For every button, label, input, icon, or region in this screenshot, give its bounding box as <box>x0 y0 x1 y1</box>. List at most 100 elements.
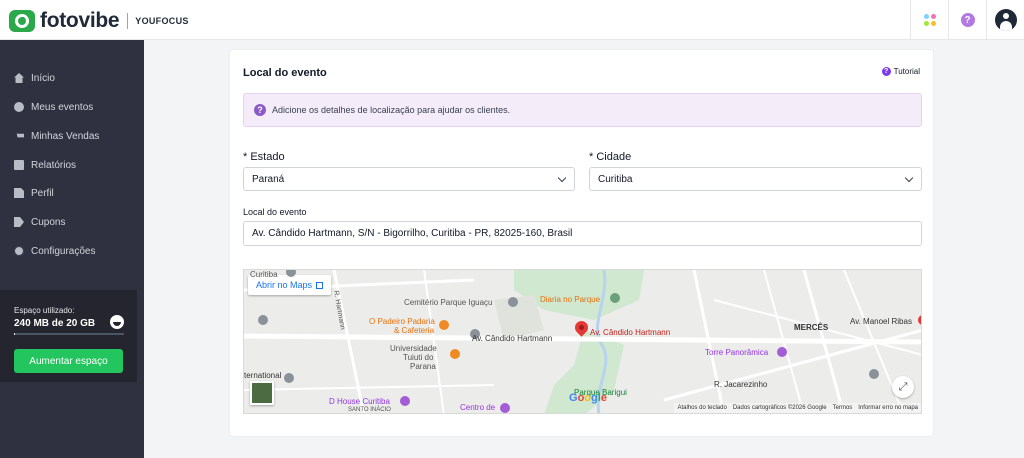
apps-dot <box>930 14 936 19</box>
card-title: Local do evento <box>243 67 327 79</box>
sidebar-item-perfil[interactable]: Perfil <box>0 182 144 204</box>
gray-place-icon <box>284 373 294 383</box>
sidebar-item-relatorios[interactable]: Relatórios <box>0 154 144 176</box>
sidebar-item-meus-eventos[interactable]: Meus eventos <box>0 96 144 118</box>
info-text: Adicione os detalhes de localização para… <box>272 105 511 115</box>
info-icon: ? <box>254 104 266 116</box>
storage-label: Espaço utilizado: <box>14 306 75 315</box>
apps-grid-icon <box>923 14 936 26</box>
google-logo: Google <box>569 392 607 404</box>
open-in-maps-label: Abrir no Maps <box>256 280 313 290</box>
events-icon <box>14 102 24 112</box>
apps-dot <box>923 14 929 19</box>
tag-icon <box>14 217 24 227</box>
apps-button[interactable] <box>910 0 948 40</box>
tutorial-label: Tutorial <box>893 67 920 76</box>
restaurant-icon <box>450 349 460 359</box>
map-label: D House Curitiba <box>329 397 390 406</box>
fullscreen-icon: ⤢ <box>898 380 908 393</box>
sidebar-item-minhas-vendas[interactable]: Minhas Vendas <box>0 125 144 147</box>
road <box>423 270 445 413</box>
keyboard-shortcuts-link[interactable]: Atalhos do teclado <box>677 405 726 411</box>
map-label: Av. Cândido Hartmann <box>472 334 553 343</box>
fotovibe-logo-icon <box>9 10 35 32</box>
apps-dot <box>930 21 936 26</box>
cart-icon <box>14 132 24 138</box>
local-value: Av. Cândido Hartmann, S/N - Bigorrilho, … <box>252 228 573 239</box>
storage-panel: Espaço utilizado: 240 MB de 20 GB Aument… <box>0 290 137 382</box>
sidebar-item-label: Meus eventos <box>31 101 94 113</box>
estado-value: Paraná <box>252 173 285 185</box>
home-icon <box>14 73 24 83</box>
cidade-select[interactable]: Curitiba <box>589 167 922 191</box>
gear-icon <box>14 246 24 256</box>
user-menu-button[interactable] <box>986 0 1024 40</box>
brand-name: fotovibe <box>40 9 120 32</box>
terms-link[interactable]: Termos <box>833 405 853 411</box>
map-attribution: Atalhos do teclado Dados cartográficos ©… <box>674 403 921 413</box>
local-input[interactable]: Av. Cândido Hartmann, S/N - Bigorrilho, … <box>243 221 922 246</box>
apps-dot <box>923 21 929 26</box>
cidade-value: Curitiba <box>598 173 633 185</box>
park-place-icon <box>610 293 620 303</box>
shop-place-icon <box>400 396 410 406</box>
map-label: & Cafeteria <box>394 326 435 335</box>
satellite-toggle-button[interactable] <box>250 381 274 405</box>
increase-storage-button[interactable]: Aumentar espaço <box>14 349 123 373</box>
red-place-icon <box>918 315 921 325</box>
sidebar-item-label: Relatórios <box>31 159 77 171</box>
event-location-card: Local do evento ? Tutorial ? Adicione os… <box>229 49 934 437</box>
sidebar-item-label: Perfil <box>31 187 54 199</box>
sidebar-item-label: Minhas Vendas <box>31 130 100 142</box>
help-button[interactable]: ? <box>948 0 986 40</box>
help-icon: ? <box>881 67 891 76</box>
event-place-icon <box>500 403 510 413</box>
map[interactable]: Abrir no Maps Curitiba Cemitério Parque … <box>243 269 922 414</box>
storage-progress-bar <box>14 333 124 335</box>
storage-progress-fill <box>14 333 16 335</box>
gray-place-icon <box>258 315 268 325</box>
map-label: O Padeiro Padaria <box>369 317 435 326</box>
user-avatar-icon <box>994 9 1017 31</box>
storage-pie-icon <box>110 315 124 329</box>
avenue-road <box>244 333 921 345</box>
fullscreen-button[interactable]: ⤢ <box>892 376 914 398</box>
map-label: Av. Manoel Ribas <box>850 317 912 326</box>
sidebar-item-configuracoes[interactable]: Configurações <box>0 240 144 262</box>
sidebar-item-inicio[interactable]: Início <box>0 67 144 89</box>
file-icon <box>14 188 24 198</box>
map-label: Tuiuti do <box>403 353 434 362</box>
tower-place-icon <box>777 347 787 357</box>
chart-icon <box>14 160 24 170</box>
map-label: Av. Cândido Hartmann <box>590 328 671 337</box>
map-label: SANTO INÁCIO <box>348 407 391 413</box>
logo[interactable]: fotovibe YOUFOCUS <box>9 9 189 33</box>
report-error-link[interactable]: Informar erro no mapa <box>858 405 918 411</box>
help-icon: ? <box>960 13 975 27</box>
sidebar-item-label: Configurações <box>31 245 96 257</box>
cafe-icon <box>439 320 449 330</box>
map-label: MERCÊS <box>794 323 829 332</box>
cidade-label: * Cidade <box>589 151 632 163</box>
map-label: Torre Panorâmica <box>705 348 769 357</box>
gray-place-icon <box>869 369 879 379</box>
map-label: R. Jacarezinho <box>714 380 768 389</box>
map-label: Diaria no Parque <box>540 295 601 304</box>
logo-divider <box>127 13 129 29</box>
map-label: Curitiba <box>250 270 278 279</box>
road <box>244 384 495 391</box>
external-link-icon <box>316 281 324 289</box>
map-label: Cemitério Parque Iguaçu <box>404 298 493 307</box>
sub-brand-name: YOUFOCUS <box>135 16 189 26</box>
map-label: Parana <box>410 362 436 371</box>
chevron-down-icon <box>904 173 914 183</box>
top-header: fotovibe YOUFOCUS ? <box>0 0 1024 40</box>
estado-select[interactable]: Paraná <box>243 167 575 191</box>
estado-label: * Estado <box>243 151 285 163</box>
storage-value: 240 MB de 20 GB <box>14 318 96 329</box>
sidebar-item-label: Cupons <box>31 216 66 228</box>
chevron-down-icon <box>557 173 567 183</box>
sidebar-item-cupons[interactable]: Cupons <box>0 211 144 233</box>
tutorial-link[interactable]: ? Tutorial <box>881 67 920 76</box>
map-label: Universidade <box>390 344 437 353</box>
